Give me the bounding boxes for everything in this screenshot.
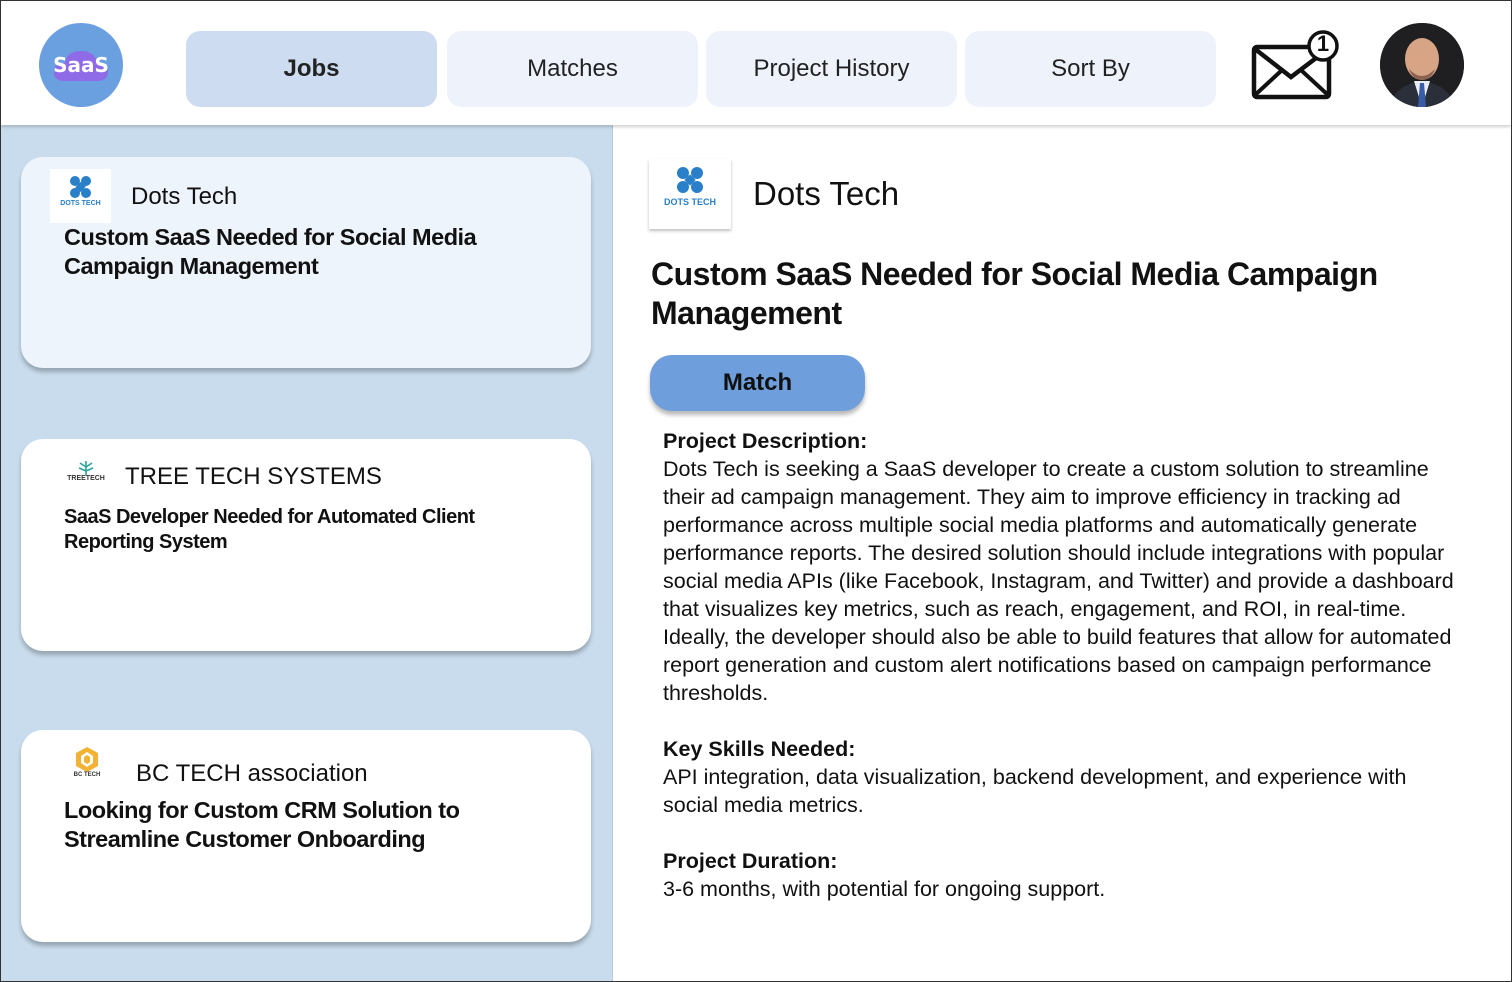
- detail-job-title: Custom SaaS Needed for Social Media Camp…: [651, 256, 1378, 331]
- tab-matches[interactable]: Matches: [447, 31, 698, 107]
- job-list-panel: DOTS TECH Dots Tech Custom SaaS Needed f…: [1, 125, 613, 981]
- detail-company-name: Dots Tech: [753, 175, 900, 212]
- job-card-company: Dots Tech: [131, 183, 238, 210]
- tree-tech-logo-text: TREETECH: [67, 475, 105, 482]
- user-avatar[interactable]: [1380, 23, 1464, 107]
- detail-logo-text: DOTS TECH: [663, 197, 716, 207]
- job-card-company: TREE TECH SYSTEMS: [125, 463, 382, 490]
- saas-logo[interactable]: SaaS: [39, 23, 123, 107]
- job-card-title: SaaS Developer Needed for Automated Clie…: [64, 506, 475, 553]
- description-heading: Project Description:: [663, 429, 868, 453]
- tree-tech-logo: TREETECH: [65, 457, 107, 487]
- tab-sort-by[interactable]: Sort By: [965, 31, 1216, 107]
- job-card-title: Looking for Custom CRM Solution to Strea…: [64, 797, 460, 852]
- notification-badge: 1: [1316, 31, 1330, 56]
- description-text: Dots Tech is seeking a SaaS developer to…: [663, 457, 1454, 705]
- detail-company-logo: DOTS TECH: [649, 159, 731, 229]
- job-card[interactable]: TREETECH TREE TECH SYSTEMS SaaS Develope…: [21, 439, 591, 651]
- duration-text: 3-6 months, with potential for ongoing s…: [663, 877, 1106, 901]
- logo-text: SaaS: [53, 53, 109, 77]
- app-window: SaaS Jobs Matches Project History Sort B…: [0, 0, 1512, 982]
- job-card[interactable]: BC TECH BC TECH association Looking for …: [21, 730, 591, 942]
- job-card[interactable]: DOTS TECH Dots Tech Custom SaaS Needed f…: [21, 157, 591, 368]
- skills-heading: Key Skills Needed:: [663, 737, 856, 761]
- job-card-title: Custom SaaS Needed for Social Media Camp…: [64, 224, 477, 279]
- top-bar: SaaS Jobs Matches Project History Sort B…: [1, 1, 1511, 125]
- bc-tech-logo-text: BC TECH: [73, 772, 101, 778]
- dots-tech-logo-text: DOTS TECH: [60, 200, 101, 207]
- tab-jobs[interactable]: Jobs: [186, 31, 437, 107]
- match-button[interactable]: Match: [650, 355, 865, 411]
- job-details: Project Description: Dots Tech is seekin…: [663, 427, 1463, 931]
- duration-heading: Project Duration:: [663, 849, 838, 873]
- job-card-company: BC TECH association: [136, 760, 368, 787]
- dots-tech-logo: DOTS TECH: [50, 169, 111, 223]
- messages-button[interactable]: 1: [1251, 29, 1343, 101]
- skills-text: API integration, data visualization, bac…: [663, 765, 1407, 817]
- tab-project-history[interactable]: Project History: [706, 31, 957, 107]
- bc-tech-logo: BC TECH: [71, 746, 103, 786]
- user-avatar-icon: [1380, 23, 1464, 107]
